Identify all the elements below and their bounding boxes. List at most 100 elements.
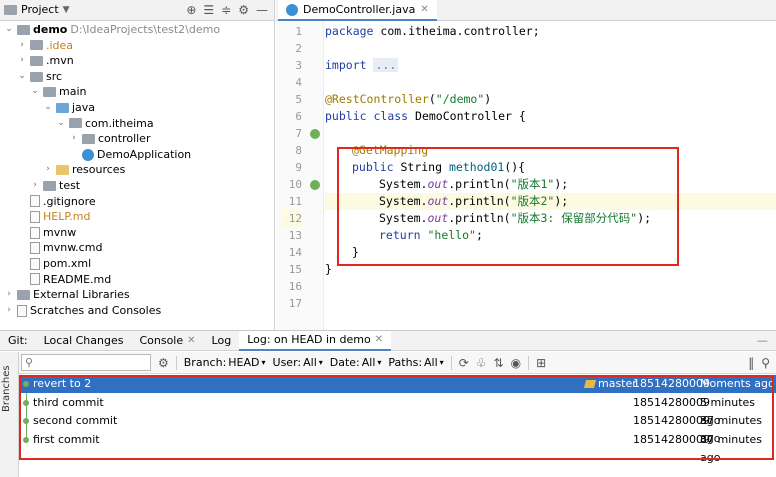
- chevron-down-icon[interactable]: ⌄: [4, 22, 14, 38]
- maven-icon: [30, 257, 40, 270]
- hide-icon[interactable]: —: [256, 3, 268, 17]
- tab-local-changes[interactable]: Local Changes: [36, 331, 132, 351]
- sort-icon[interactable]: ⇅: [494, 356, 504, 370]
- search-input[interactable]: ⚲: [21, 354, 151, 371]
- branch-tag-label: master: [598, 377, 637, 390]
- project-panel: Project ▼ ⊕ ☰ ≑ ⚙ — ⌄ demo D:\IdeaProjects…: [0, 0, 275, 330]
- folded-imports[interactable]: ...: [373, 58, 399, 72]
- locate-icon[interactable]: ⊕: [186, 3, 196, 17]
- file-icon: [30, 242, 40, 255]
- commit-row[interactable]: first commit 18514280009 37 minutes ago: [19, 431, 776, 464]
- chevron-down-icon[interactable]: ⌄: [30, 84, 40, 100]
- gear-icon[interactable]: ⚙: [238, 3, 249, 17]
- line-number: 7: [295, 127, 302, 140]
- commit-author: 18514280009: [633, 377, 710, 390]
- commit-row[interactable]: second commit 18514280009 37 minutes ago: [19, 412, 776, 445]
- line-number: 3: [295, 59, 302, 72]
- filter-date[interactable]: Date: All ▾: [330, 356, 382, 369]
- editor-tabbar: DemoController.java ✕: [276, 0, 776, 21]
- code-line-3: import ...: [325, 58, 399, 72]
- code-line-10: public String method01(){: [352, 160, 526, 174]
- commit-row[interactable]: third commit 18514280009 5 minutes ago: [19, 394, 776, 427]
- branches-label[interactable]: Branches: [1, 365, 12, 412]
- line-number: 14: [288, 246, 302, 259]
- new-branch-icon[interactable]: ⊞: [536, 356, 546, 370]
- collapse-all-icon[interactable]: ≑: [221, 3, 231, 17]
- search-icon[interactable]: ⚲: [761, 356, 770, 370]
- tree-item[interactable]: ⌄ demo D:\IdeaProjects\test2\demo: [4, 22, 220, 38]
- tree-item[interactable]: › resources: [43, 162, 125, 178]
- tree-item[interactable]: ⌄ com.itheima: [56, 116, 153, 132]
- expand-all-icon[interactable]: ☰: [203, 3, 214, 17]
- chevron-right-icon[interactable]: ›: [69, 131, 79, 147]
- file-icon: [30, 195, 40, 208]
- tree-item[interactable]: mvnw.cmd: [17, 240, 102, 256]
- close-icon[interactable]: ✕: [187, 331, 195, 351]
- tab-democontroller[interactable]: DemoController.java ✕: [278, 0, 437, 21]
- filter-branch[interactable]: Branch: HEAD ▾: [184, 356, 266, 369]
- tree-item[interactable]: README.md: [17, 272, 111, 288]
- chevron-down-icon[interactable]: ⌄: [43, 100, 53, 116]
- tab-log[interactable]: Log: [204, 331, 240, 351]
- tree-item[interactable]: ⌄ java: [43, 100, 95, 116]
- code-line-13: System.out.println("版本3: 保留部分代码");: [379, 211, 652, 225]
- tab-console[interactable]: Console ✕: [131, 331, 203, 351]
- chevron-right-icon[interactable]: ›: [4, 287, 14, 303]
- project-toolbar: Project ▼ ⊕ ☰ ≑ ⚙ —: [0, 0, 274, 21]
- gear-icon[interactable]: ⚙: [158, 356, 169, 370]
- tree-item[interactable]: › External Libraries: [4, 287, 129, 303]
- code-area[interactable]: package com.itheima.controller; import .…: [325, 21, 776, 330]
- chevron-down-icon[interactable]: ⌄: [17, 69, 27, 85]
- filter-paths[interactable]: Paths: All ▾: [388, 356, 443, 369]
- tree-item[interactable]: pom.xml: [17, 256, 91, 272]
- spring-bean-icon[interactable]: [310, 129, 320, 139]
- hide-icon[interactable]: —: [757, 334, 768, 347]
- commit-row[interactable]: revert to 2 18514280009 Moments ago master: [19, 375, 776, 393]
- line-number: 5: [295, 93, 302, 106]
- code-line-14: return "hello";: [379, 228, 483, 242]
- tab-log-head[interactable]: Log: on HEAD in demo ✕: [239, 330, 392, 351]
- commit-message: second commit: [33, 414, 118, 427]
- markdown-icon: [30, 273, 40, 286]
- tree-item[interactable]: › controller: [69, 131, 150, 147]
- chevron-right-icon[interactable]: ›: [17, 38, 27, 54]
- java-class-icon: [82, 148, 94, 161]
- tree-item[interactable]: DemoApplication: [69, 147, 191, 163]
- folder-icon: [43, 87, 56, 98]
- scratches-icon: [17, 304, 27, 317]
- close-icon[interactable]: ✕: [375, 330, 383, 350]
- tree-item[interactable]: › .idea: [17, 38, 73, 54]
- code-line-7: public class DemoController {: [325, 109, 526, 123]
- tree-item[interactable]: .gitignore: [17, 194, 96, 210]
- eye-icon[interactable]: ◉: [511, 356, 521, 370]
- line-number: 12: [282, 210, 302, 227]
- chevron-right-icon[interactable]: ›: [17, 53, 27, 69]
- chevron-right-icon[interactable]: ›: [30, 178, 40, 194]
- package-icon: [82, 133, 95, 144]
- refresh-icon[interactable]: ⟳: [459, 356, 469, 370]
- tree-item[interactable]: mvnw: [17, 225, 76, 241]
- spring-bean-icon[interactable]: [310, 180, 320, 190]
- folder-icon: [30, 40, 43, 51]
- editor-gutter: 1 2 3 4 5 6 7 8 9 10 11 12 13 14 15 16 17: [276, 21, 324, 330]
- tree-item[interactable]: › Scratches and Consoles: [4, 303, 161, 319]
- tree-item-label: test: [59, 179, 81, 192]
- chevron-right-icon[interactable]: ›: [4, 303, 14, 319]
- git-label: Git:: [8, 333, 28, 347]
- tree-item[interactable]: › test: [30, 178, 80, 194]
- cherry-pick-icon[interactable]: ♧: [476, 356, 487, 370]
- pause-icon[interactable]: ‖: [748, 356, 754, 370]
- tree-item[interactable]: HELP.md: [17, 209, 90, 225]
- filter-user[interactable]: User: All ▾: [273, 356, 323, 369]
- chevron-right-icon[interactable]: ›: [43, 162, 53, 178]
- close-icon[interactable]: ✕: [420, 4, 428, 15]
- tree-item[interactable]: › .mvn: [17, 53, 74, 69]
- tree-item[interactable]: ⌄ main: [30, 84, 86, 100]
- commit-node-icon: [23, 436, 29, 443]
- project-view-selector[interactable]: Project ▼: [4, 3, 70, 16]
- tree-item-label: src: [46, 69, 63, 83]
- tab-label: DemoController.java: [303, 3, 416, 16]
- tree-item-label: DemoApplication: [97, 147, 192, 161]
- tree-item[interactable]: ⌄ src: [17, 69, 62, 85]
- chevron-down-icon[interactable]: ⌄: [56, 116, 66, 132]
